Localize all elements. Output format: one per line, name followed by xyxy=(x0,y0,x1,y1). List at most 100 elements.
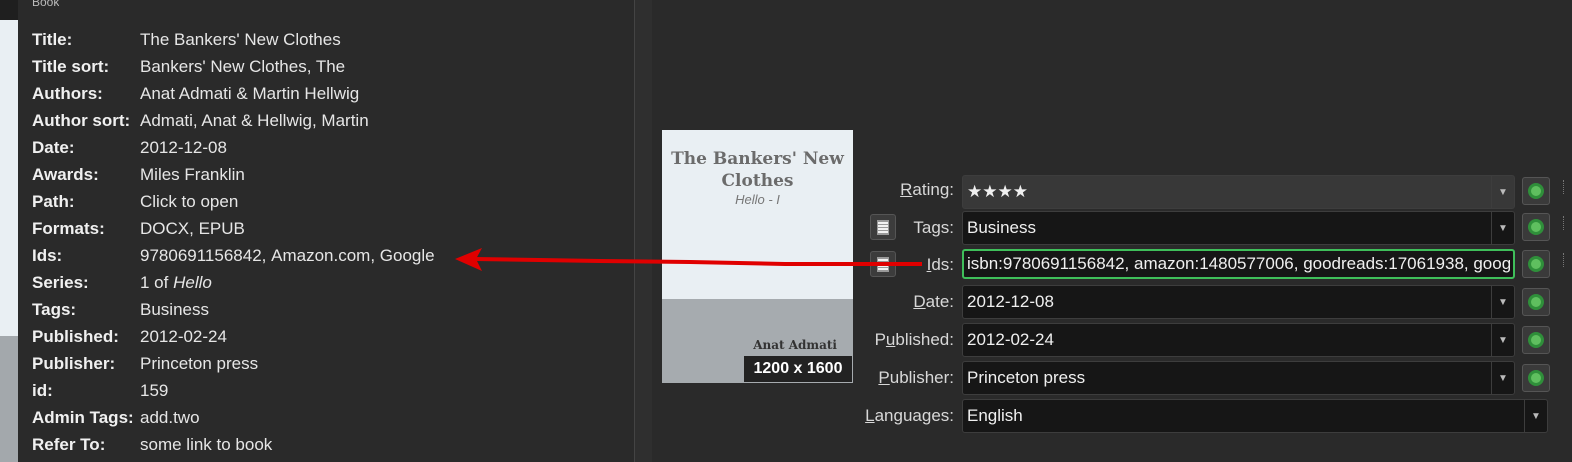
title-value: The Bankers' New Clothes xyxy=(140,29,341,49)
author-sort-link[interactable]: Admati, Anat & Hellwig, Martin xyxy=(140,111,369,131)
row-label: Series: xyxy=(32,272,89,292)
id-link-isbn[interactable]: 9780691156842 xyxy=(140,246,262,266)
cover-dimensions-badge: 1200 x 1600 xyxy=(744,356,852,382)
scroll-edge-mark xyxy=(1563,216,1566,230)
ids-input[interactable] xyxy=(962,249,1515,279)
date-reset-button[interactable] xyxy=(1522,288,1550,316)
ids-reset-button[interactable] xyxy=(1522,250,1550,278)
row-title: Title: The Bankers' New Clothes xyxy=(32,26,341,53)
id-link-google[interactable]: Google xyxy=(380,246,435,266)
id-link-amazon[interactable]: Amazon.com xyxy=(271,246,370,266)
row-refer-to: Refer To: some link to book xyxy=(32,431,272,458)
scroll-edge-mark xyxy=(1563,253,1566,267)
dropdown-arrow-icon[interactable]: ▼ xyxy=(1491,324,1514,356)
awards-link[interactable]: Miles Franklin xyxy=(140,165,245,185)
row-label: Publisher: xyxy=(32,353,116,373)
splitter-handle[interactable] xyxy=(634,0,654,462)
row-label: Formats: xyxy=(32,218,105,238)
date-edit[interactable]: 2012-12-08 ▼ xyxy=(962,285,1515,319)
rating-combo[interactable]: ★★★★ ▼ xyxy=(962,175,1515,209)
reset-icon xyxy=(1528,256,1544,272)
row-label: Path: xyxy=(32,191,75,211)
reset-icon xyxy=(1528,183,1544,199)
row-label: Title sort: xyxy=(32,56,110,76)
row-label: Ids: xyxy=(32,245,63,265)
cover-image[interactable]: The Bankers' New Clothes Hello - I Anat … xyxy=(662,130,853,383)
tags-combo[interactable]: Business ▼ xyxy=(962,211,1515,245)
row-publisher: Publisher: Princeton press xyxy=(32,350,258,377)
panel-hint: Book xyxy=(32,0,60,8)
format-link-epub[interactable]: EPUB xyxy=(199,219,245,239)
rating-reset-button[interactable] xyxy=(1522,177,1550,205)
author-link-1[interactable]: Anat Admati xyxy=(140,84,232,104)
path-link[interactable]: Click to open xyxy=(140,192,238,212)
dropdown-arrow-icon[interactable]: ▼ xyxy=(1491,362,1514,394)
row-authors: Authors: Anat Admati & Martin Hellwig xyxy=(32,80,359,107)
published-reset-button[interactable] xyxy=(1522,326,1550,354)
dropdown-arrow-icon[interactable]: ▼ xyxy=(1491,176,1514,208)
series-link[interactable]: Hello xyxy=(173,273,212,293)
row-admin-tags: Admin Tags: add.two xyxy=(32,404,200,431)
dropdown-arrow-icon[interactable]: ▼ xyxy=(1491,212,1514,244)
row-label: Author sort: xyxy=(32,110,131,130)
tags-label: Tags: xyxy=(913,218,954,237)
row-awards: Awards: Miles Franklin xyxy=(32,161,245,188)
format-link-docx[interactable]: DOCX xyxy=(140,219,189,239)
cover-title: The Bankers' New Clothes xyxy=(671,149,844,191)
row-label: Tags: xyxy=(32,299,77,319)
date-value: 2012-12-08 xyxy=(140,137,227,157)
tags-reset-button[interactable] xyxy=(1522,213,1550,241)
reset-icon xyxy=(1528,332,1544,348)
row-series: Series: 1 of Hello xyxy=(32,269,212,296)
row-ids: Ids: 9780691156842, Amazon.com, Google xyxy=(32,242,435,269)
dropdown-arrow-icon[interactable]: ▼ xyxy=(1491,286,1514,318)
tag-link[interactable]: Business xyxy=(140,300,209,320)
row-label: Authors: xyxy=(32,83,103,103)
languages-value: English xyxy=(967,406,1023,425)
publisher-label: Publisher: xyxy=(878,368,954,387)
published-value: 2012-02-24 xyxy=(967,330,1054,349)
published-label: Published: xyxy=(874,330,954,349)
row-label: Awards: xyxy=(32,164,99,184)
author-link-2[interactable]: Martin Hellwig xyxy=(252,84,359,104)
id-value: 159 xyxy=(140,380,169,400)
title-sort-link[interactable]: Bankers' New Clothes, The xyxy=(140,57,345,77)
row-label: Title: xyxy=(32,29,73,49)
dropdown-arrow-icon[interactable]: ▼ xyxy=(1524,400,1547,432)
reset-icon xyxy=(1528,370,1544,386)
ids-paste-button[interactable] xyxy=(870,251,896,277)
publisher-combo[interactable]: Princeton press ▼ xyxy=(962,361,1515,395)
rating-stars: ★★★★ xyxy=(967,182,1028,201)
row-label: Refer To: xyxy=(32,434,106,454)
refer-to-link[interactable]: some link to book xyxy=(140,435,272,455)
scroll-edge-mark xyxy=(1563,180,1566,194)
publisher-reset-button[interactable] xyxy=(1522,364,1550,392)
cover-thumbnail-strip xyxy=(0,0,18,462)
row-tags: Tags: Business xyxy=(32,296,209,323)
row-label: Admin Tags: xyxy=(32,407,134,427)
id-separator: , xyxy=(370,245,380,265)
row-label: Date: xyxy=(32,137,75,157)
tags-value: Business xyxy=(967,218,1036,237)
date-label: Date: xyxy=(913,292,954,311)
rating-label: Rating: xyxy=(900,180,954,199)
author-separator: & xyxy=(231,83,253,103)
published-edit[interactable]: 2012-02-24 ▼ xyxy=(962,323,1515,357)
id-separator: , xyxy=(261,245,272,265)
series-prefix: 1 of xyxy=(140,272,174,292)
format-separator: , xyxy=(189,218,199,238)
row-id: id: 159 xyxy=(32,377,168,404)
reset-icon xyxy=(1528,294,1544,310)
publisher-link[interactable]: Princeton press xyxy=(140,354,258,374)
row-formats: Formats: DOCX, EPUB xyxy=(32,215,245,242)
row-author-sort: Author sort: Admati, Anat & Hellwig, Mar… xyxy=(32,107,369,134)
languages-label: Languages: xyxy=(865,406,954,425)
tags-editor-button[interactable] xyxy=(870,214,896,240)
publisher-value: Princeton press xyxy=(967,368,1086,387)
tags-editor-icon xyxy=(877,219,889,235)
admin-tag-link[interactable]: add.two xyxy=(140,408,200,428)
languages-combo[interactable]: English ▼ xyxy=(962,399,1548,433)
cover-author: Anat Admati xyxy=(753,338,837,352)
row-published: Published: 2012-02-24 xyxy=(32,323,227,350)
cover-subtitle: Hello - I xyxy=(735,192,780,207)
